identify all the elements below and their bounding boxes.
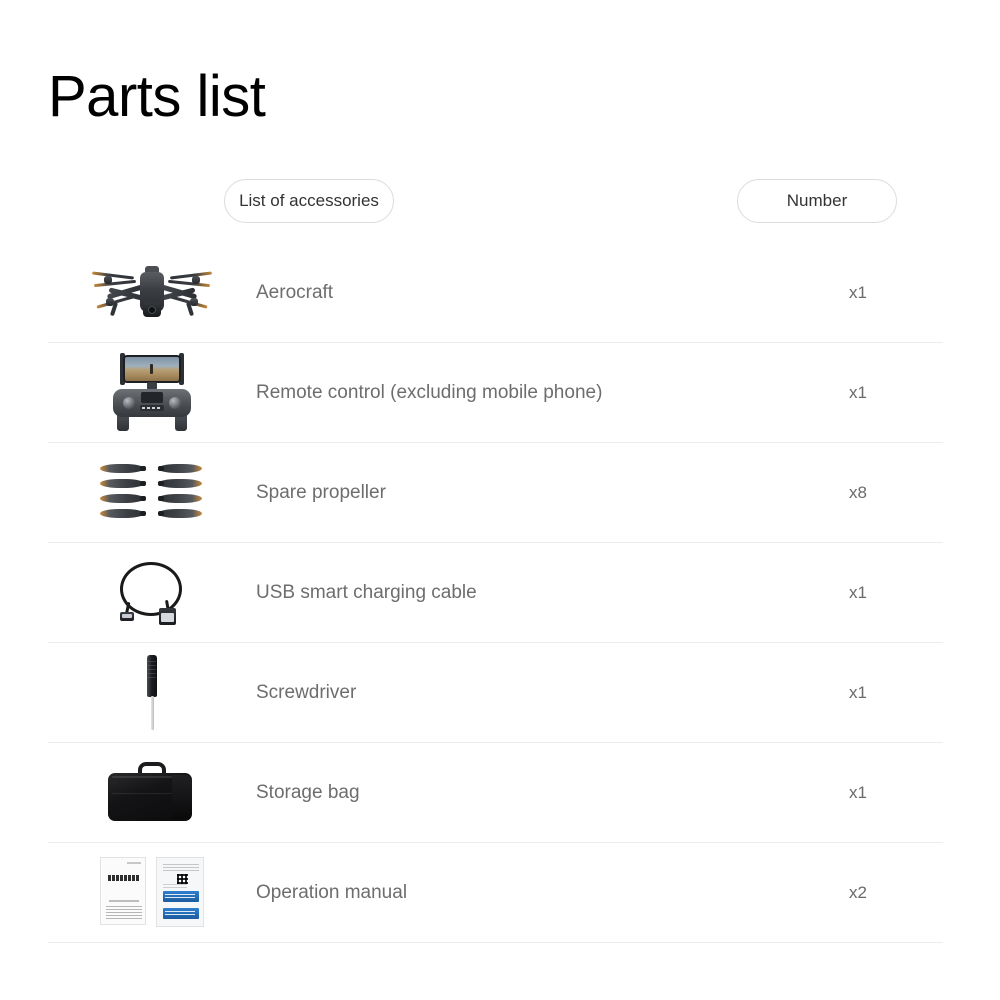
propellers-icon <box>100 462 204 524</box>
table-row: Spare propeller x8 <box>48 443 943 543</box>
drone-icon <box>90 262 214 324</box>
parts-table: Aerocraft x1 Remote control (excluding m… <box>48 243 943 943</box>
row-quantity: x2 <box>849 882 867 902</box>
header-pill-accessories: List of accessories <box>224 179 394 223</box>
table-row: USB smart charging cable x1 <box>48 543 943 643</box>
row-thumbnail <box>48 243 256 342</box>
table-row: Aerocraft x1 <box>48 243 943 343</box>
row-thumbnail <box>48 643 256 742</box>
header-number-label: Number <box>786 191 848 210</box>
row-quantity: x8 <box>849 482 867 502</box>
row-thumbnail <box>48 343 256 442</box>
table-row: Storage bag x1 <box>48 743 943 843</box>
row-label: Screwdriver <box>256 681 357 703</box>
row-quantity: x1 <box>849 382 867 402</box>
row-quantity: x1 <box>849 782 867 802</box>
storage-bag-icon <box>106 761 198 825</box>
row-thumbnail <box>48 543 256 642</box>
table-row: Remote control (excluding mobile phone) … <box>48 343 943 443</box>
table-row: Operation manual x2 <box>48 843 943 943</box>
row-thumbnail <box>48 743 256 842</box>
row-label: Operation manual <box>256 881 408 903</box>
row-label: USB smart charging cable <box>256 581 477 603</box>
screwdriver-icon <box>141 654 163 731</box>
header-accessories-label: List of accessories <box>239 191 379 210</box>
manual-icon <box>100 856 204 929</box>
table-row: Screwdriver x1 <box>48 643 943 743</box>
row-label: Aerocraft <box>256 281 334 303</box>
page-title: Parts list <box>48 64 266 129</box>
remote-control-icon <box>109 352 195 431</box>
row-quantity: x1 <box>849 682 867 702</box>
row-label: Remote control (excluding mobile phone) <box>256 381 603 403</box>
header-pill-number: Number <box>737 179 897 223</box>
row-thumbnail <box>48 443 256 542</box>
row-quantity: x1 <box>849 282 867 302</box>
parts-list-page: Parts list List of accessories Number Ae… <box>0 0 1000 1000</box>
table-header: List of accessories Number <box>0 179 1000 223</box>
row-thumbnail <box>48 843 256 942</box>
usb-cable-icon <box>114 560 190 626</box>
row-quantity: x1 <box>849 582 867 602</box>
row-label: Storage bag <box>256 781 360 803</box>
row-label: Spare propeller <box>256 481 386 503</box>
